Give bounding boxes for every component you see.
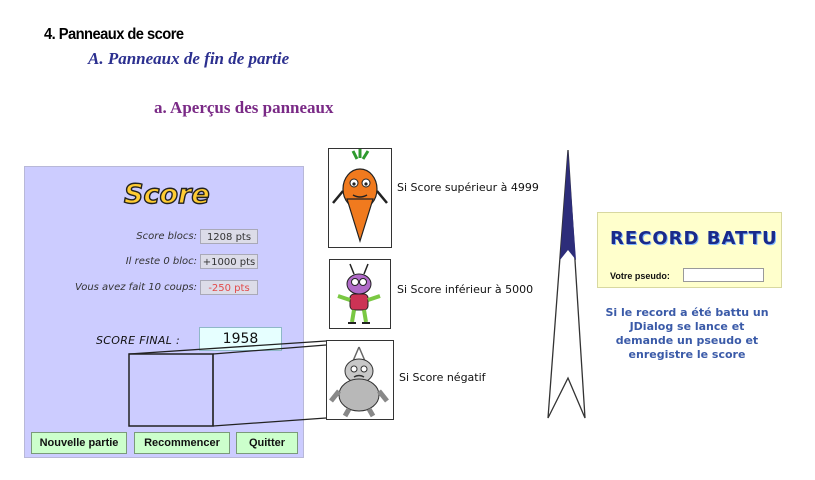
arrow-tip-fill [560, 150, 576, 260]
thumbnail-low-score [329, 259, 391, 329]
image-placeholder-frame [128, 353, 214, 427]
thumbnail-caption: Si Score supérieur à 4999 [397, 181, 539, 194]
thumbnail-negative-score [326, 340, 394, 420]
thumbnail-caption: Si Score négatif [399, 371, 486, 384]
bug-character-icon [337, 263, 381, 324]
carrot-character-icon [332, 149, 388, 244]
grey-creature-icon [329, 346, 389, 418]
record-description: Si le record a été battu un JDialog se l… [605, 306, 769, 361]
connector-line [212, 417, 327, 427]
thumbnail-caption: Si Score inférieur à 5000 [397, 283, 534, 296]
record-dialog-title: RECORD BATTU [610, 228, 778, 249]
connector-line [212, 344, 327, 355]
pseudo-input[interactable] [683, 268, 764, 282]
pseudo-label: Votre pseudo: [610, 271, 670, 281]
thumbnail-high-score [328, 148, 392, 248]
